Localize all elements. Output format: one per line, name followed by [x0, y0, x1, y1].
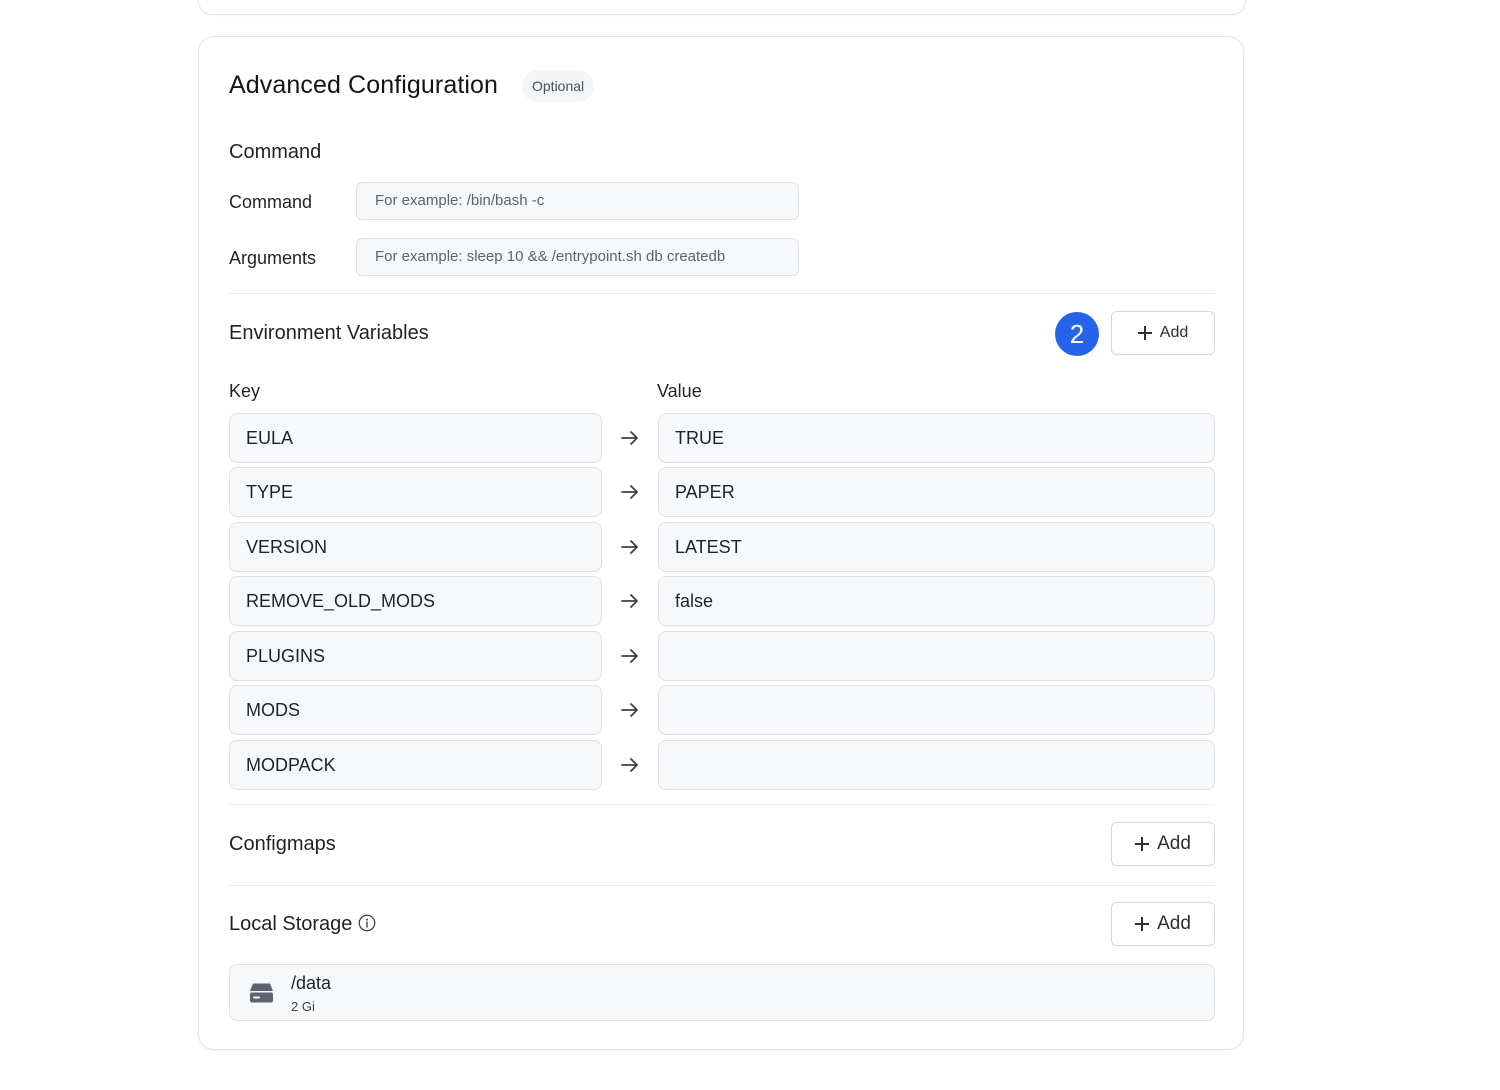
- arguments-input[interactable]: For example: sleep 10 && /entrypoint.sh …: [356, 238, 799, 276]
- arrow-right-icon: [621, 431, 638, 445]
- configmaps-section-title: Configmaps: [229, 833, 336, 855]
- arrow-right-icon: [621, 703, 638, 717]
- previous-section-card: [198, 0, 1246, 15]
- env-key-input[interactable]: TYPE: [229, 467, 602, 517]
- env-key-input[interactable]: REMOVE_OLD_MODS: [229, 576, 602, 626]
- env-value-input[interactable]: LATEST: [658, 522, 1215, 572]
- add-storage-label: Add: [1157, 913, 1191, 934]
- env-key-input[interactable]: VERSION: [229, 522, 602, 572]
- value-column-header: Value: [657, 381, 702, 401]
- env-key-input[interactable]: MODS: [229, 685, 602, 735]
- add-env-label: Add: [1159, 324, 1189, 341]
- arrow-right-icon: [621, 758, 638, 772]
- storage-title-text: Local Storage: [229, 913, 353, 935]
- env-key-input[interactable]: EULA: [229, 413, 602, 463]
- plus-icon: [1135, 837, 1150, 851]
- env-value-input[interactable]: false: [658, 576, 1215, 626]
- divider: [229, 885, 1215, 886]
- arrow-right-icon: [621, 649, 638, 663]
- card-title: Advanced Configuration: [229, 71, 499, 99]
- arrow-right-icon: [621, 540, 638, 554]
- plus-icon: [1135, 917, 1150, 931]
- arrow-right-icon: [621, 594, 638, 608]
- add-storage-button[interactable]: Add: [1111, 902, 1215, 946]
- env-value-input[interactable]: PAPER: [658, 467, 1215, 517]
- plus-icon: [1137, 326, 1152, 340]
- storage-size: 2 Gi: [291, 999, 315, 1014]
- env-key-input[interactable]: PLUGINS: [229, 631, 602, 681]
- add-env-button[interactable]: Add: [1111, 311, 1215, 355]
- drive-icon: [250, 983, 273, 1003]
- divider: [229, 804, 1215, 805]
- add-configmap-label: Add: [1157, 833, 1191, 854]
- env-key-input[interactable]: MODPACK: [229, 740, 602, 790]
- divider: [229, 293, 1215, 294]
- storage-path: /data: [291, 973, 332, 993]
- info-icon[interactable]: [358, 914, 376, 932]
- command-section-title: Command: [229, 141, 322, 163]
- storage-section-title: Local Storage: [229, 913, 376, 936]
- command-input[interactable]: For example: /bin/bash -c: [356, 182, 799, 220]
- optional-badge: Optional: [522, 70, 595, 102]
- add-configmap-button[interactable]: Add: [1111, 822, 1215, 866]
- env-section-title: Environment Variables: [229, 322, 429, 344]
- advanced-configuration-card: Advanced Configuration Optional Command …: [198, 36, 1244, 1050]
- env-value-input[interactable]: TRUE: [658, 413, 1215, 463]
- env-count-badge: 2: [1055, 312, 1099, 356]
- storage-item[interactable]: /data 2 Gi: [229, 964, 1215, 1021]
- env-value-input[interactable]: [658, 631, 1215, 681]
- arguments-label: Arguments: [229, 248, 317, 268]
- command-label: Command: [229, 192, 313, 212]
- arrow-right-icon: [621, 485, 638, 499]
- env-value-input[interactable]: [658, 685, 1215, 735]
- env-value-input[interactable]: [658, 740, 1215, 790]
- key-column-header: Key: [229, 381, 261, 401]
